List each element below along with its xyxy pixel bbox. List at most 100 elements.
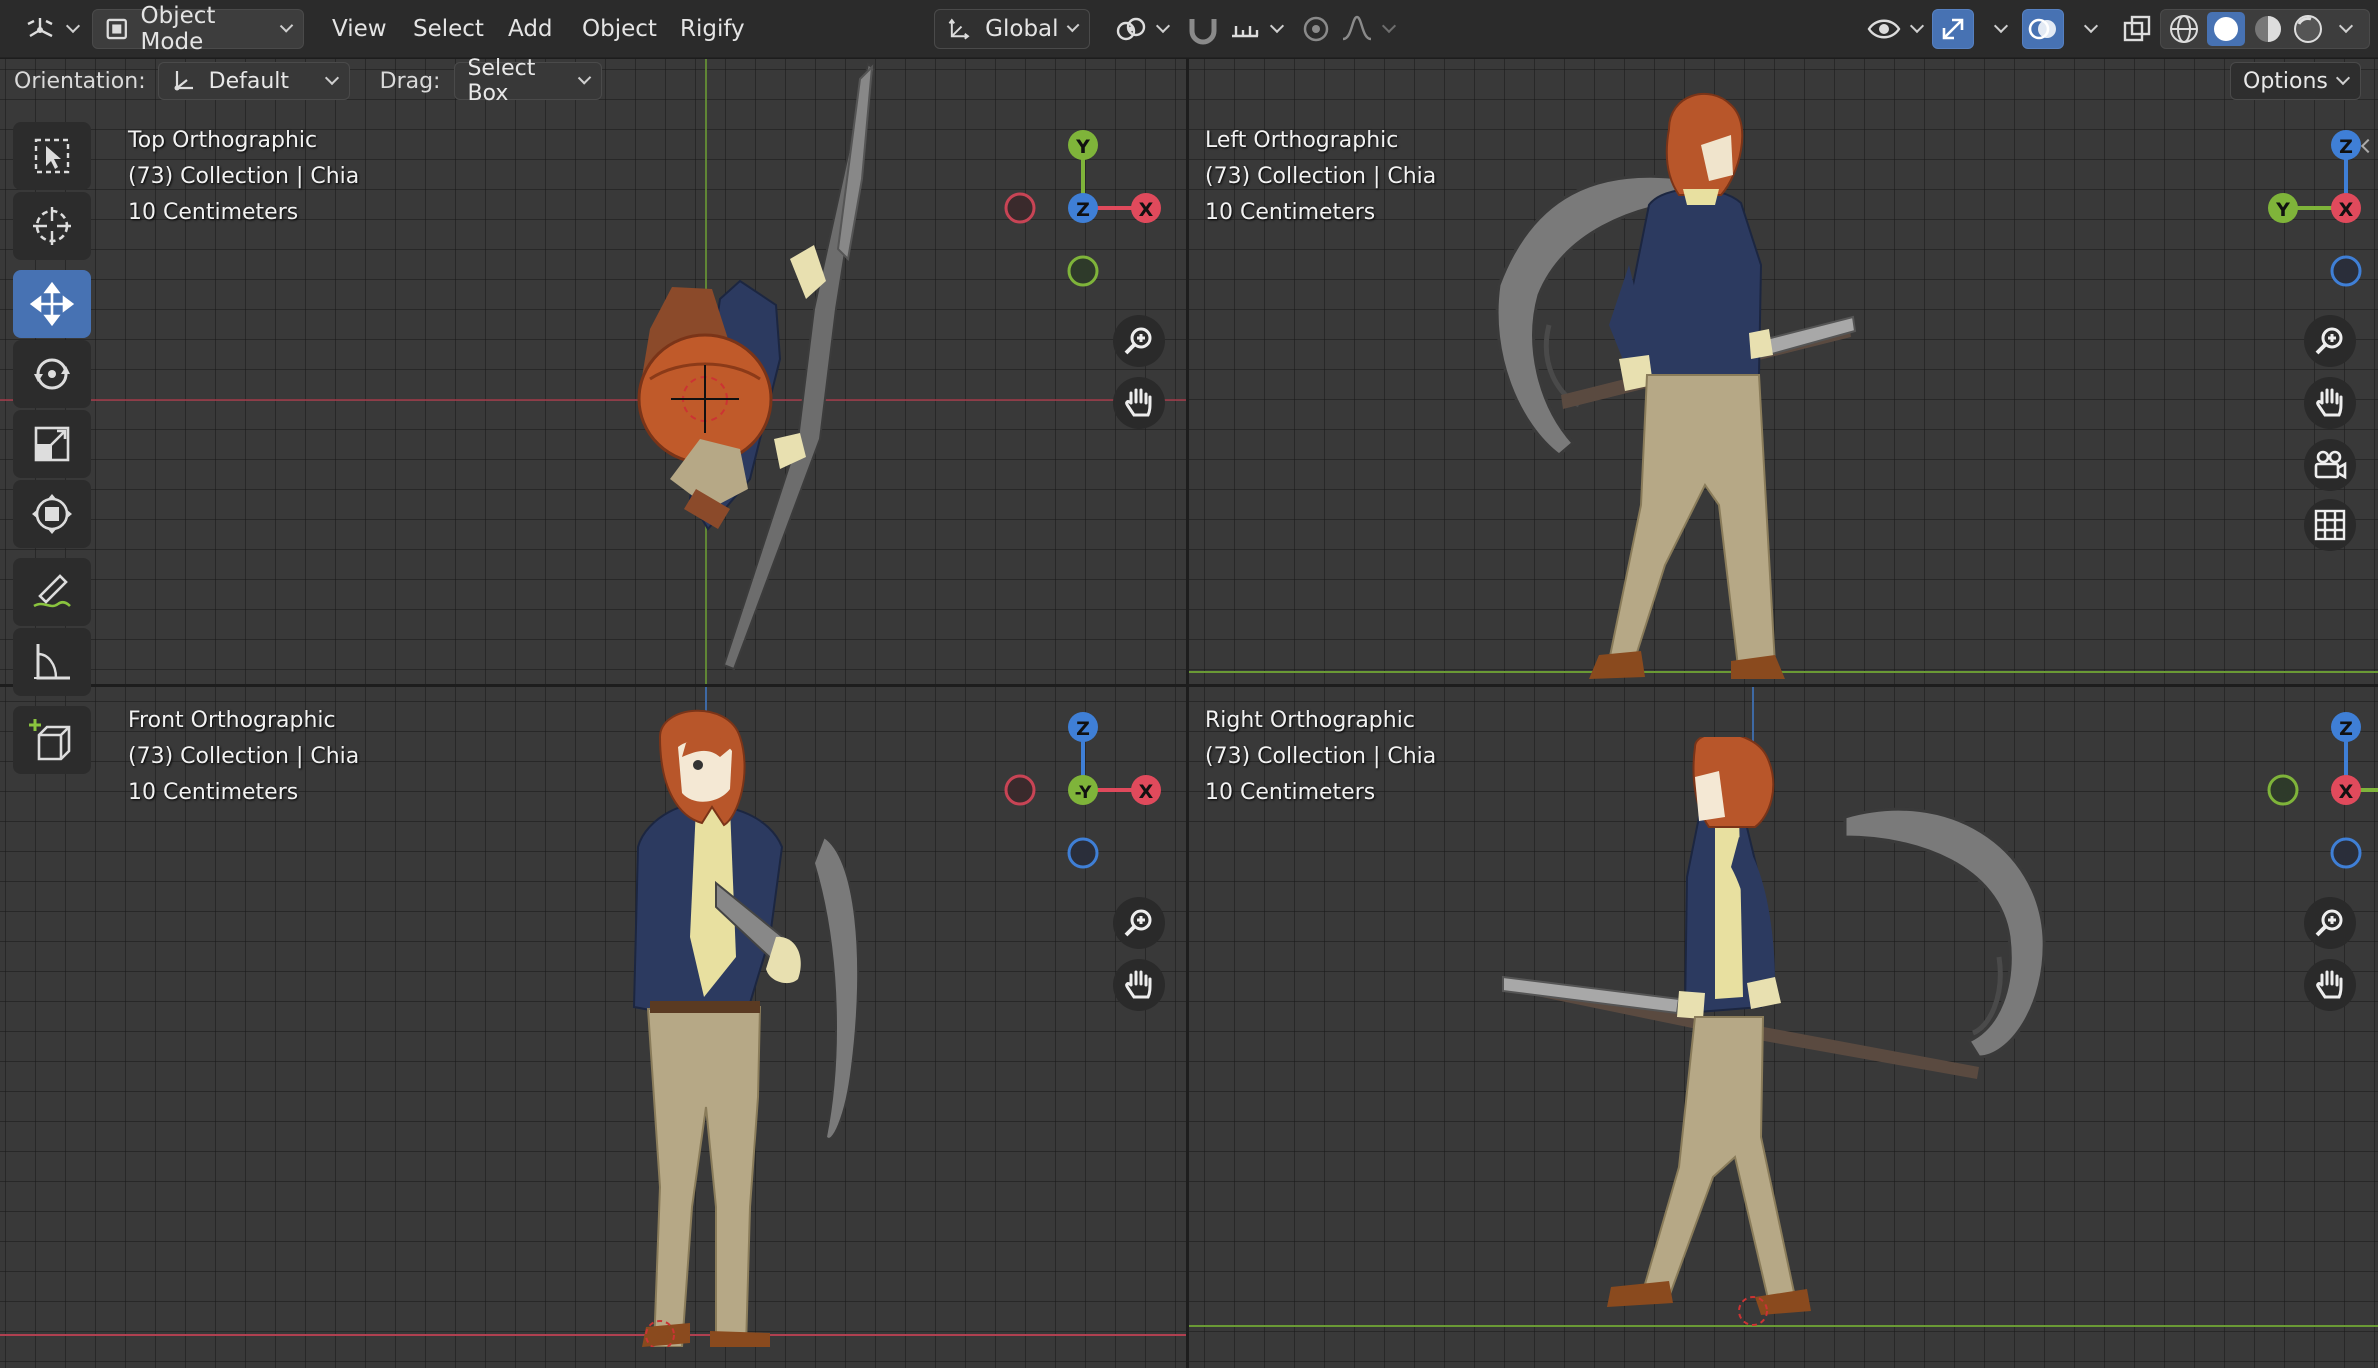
viewport-top[interactable]: Top Orthographic (73) Collection | Chia … — [0, 59, 1186, 684]
pan-button[interactable] — [2304, 377, 2356, 429]
gizmo-z-label: Z — [1076, 718, 1090, 740]
tool-annotate[interactable] — [13, 558, 91, 626]
hand-icon — [2316, 970, 2343, 999]
pan-button[interactable] — [1113, 959, 1165, 1011]
camera-view-button[interactable] — [2304, 439, 2356, 491]
snap-target-button[interactable] — [1218, 9, 1292, 49]
navigation-gizmo[interactable]: Z Y X — [2261, 705, 2378, 875]
view-title: Right Orthographic — [1205, 708, 1415, 733]
chevron-down-icon[interactable] — [2338, 18, 2354, 34]
toolbar — [13, 122, 91, 776]
gizmo-y-label: Y — [2275, 199, 2290, 221]
falloff-curve-icon — [1342, 15, 1372, 41]
zoom-button[interactable] — [2304, 315, 2356, 367]
overlays-menu[interactable] — [2066, 9, 2106, 49]
perspective-toggle-button[interactable] — [2304, 499, 2356, 551]
tool-move[interactable] — [13, 270, 91, 338]
chevron-down-icon — [577, 71, 592, 85]
pivot-point-button[interactable] — [1104, 9, 1178, 49]
object-visibility-button[interactable] — [1856, 9, 1932, 49]
zoom-button[interactable] — [2304, 897, 2356, 949]
gizmo-z-label: Z — [2339, 136, 2353, 158]
menu-rigify[interactable]: Rigify — [670, 9, 755, 49]
viewport-info: Left Orthographic (73) Collection | Chia… — [1205, 123, 1436, 231]
navigation-gizmo[interactable]: Y X Z — [998, 123, 1168, 293]
camera-icon — [2314, 450, 2347, 480]
character-chia-left-view[interactable] — [1469, 65, 1889, 684]
rotate-icon — [34, 358, 70, 390]
pan-button[interactable] — [2304, 959, 2356, 1011]
gizmo-y-label: Y — [1075, 136, 1090, 158]
options-bar: Options — [2230, 60, 2361, 102]
menu-add[interactable]: Add — [498, 9, 563, 49]
chevron-down-icon — [1909, 18, 1925, 34]
grid-scale-label: 10 Centimeters — [128, 780, 299, 805]
transform-icon — [32, 494, 72, 534]
xray-toggle[interactable] — [2112, 9, 2162, 49]
zoom-icon — [1124, 909, 1152, 937]
zoom-button[interactable] — [1113, 315, 1165, 367]
wireframe-shading-icon[interactable] — [2167, 12, 2201, 46]
options-dropdown[interactable]: Options — [2230, 62, 2361, 100]
zoom-button[interactable] — [1113, 897, 1165, 949]
mode-label: Object Mode — [140, 3, 216, 55]
viewport-info: Front Orthographic (73) Collection | Chi… — [128, 703, 359, 811]
menu-select[interactable]: Select — [403, 9, 494, 49]
editor-type-button[interactable] — [14, 9, 88, 49]
tool-select-box[interactable] — [13, 122, 91, 190]
proportional-icon — [1303, 16, 1329, 42]
viewport-front[interactable]: Front Orthographic (73) Collection | Chi… — [0, 687, 1186, 1368]
show-overlays-toggle[interactable] — [2022, 9, 2064, 49]
orientation-dropdown[interactable]: Default — [157, 62, 350, 100]
character-chia-right-view[interactable] — [1499, 737, 2059, 1347]
tool-scale[interactable] — [13, 410, 91, 478]
solid-shading-icon[interactable] — [2207, 12, 2245, 46]
hand-icon — [1125, 970, 1152, 999]
character-chia-front-view[interactable] — [620, 707, 880, 1347]
view3d-icon — [27, 18, 53, 38]
tool-cursor[interactable] — [13, 192, 91, 260]
drag-label: Drag: — [379, 68, 441, 94]
mode-select[interactable]: Object Mode — [92, 3, 304, 55]
chevron-down-icon — [1993, 18, 2009, 34]
rendered-shading-icon[interactable] — [2291, 12, 2325, 46]
drag-dropdown[interactable]: Select Box — [454, 56, 603, 106]
orientation-value: Default — [208, 68, 290, 94]
tool-measure[interactable] — [13, 628, 91, 696]
tool-rotate[interactable] — [13, 340, 91, 408]
tool-add-cube[interactable] — [13, 706, 91, 774]
proportional-falloff-button[interactable] — [1330, 9, 1404, 49]
hand-icon — [1125, 388, 1152, 417]
character-chia-top-view[interactable] — [600, 59, 900, 679]
chevron-down-icon — [2083, 18, 2099, 34]
viewport-left[interactable]: Left Orthographic (73) Collection | Chia… — [1189, 59, 2378, 684]
collection-label: (73) Collection | Chia — [1205, 744, 1437, 769]
menu-view[interactable]: View — [322, 9, 397, 49]
global-axes-icon — [948, 18, 970, 40]
material-shading-icon[interactable] — [2251, 12, 2285, 46]
grid-scale-label: 10 Centimeters — [1205, 200, 1376, 225]
navigation-gizmo[interactable]: Z X -Y — [998, 705, 1168, 875]
tool-transform[interactable] — [13, 480, 91, 548]
collection-label: (73) Collection | Chia — [128, 164, 360, 189]
transform-orientation-select[interactable]: Global — [934, 9, 1090, 49]
tool-settings-bar: Orientation: Default Drag: Select Box — [14, 56, 603, 106]
grid-icon — [2314, 509, 2346, 541]
move-icon — [29, 281, 75, 327]
x-axis-line — [0, 1334, 1186, 1336]
viewport-header: Object Mode View Select Add Object Rigif… — [0, 0, 2378, 58]
viewport-right[interactable]: Right Orthographic (73) Collection | Chi… — [1189, 687, 2378, 1368]
pan-button[interactable] — [1113, 377, 1165, 429]
chevron-down-icon — [1269, 18, 1285, 34]
chevron-down-icon — [65, 18, 81, 34]
xray-icon — [2123, 15, 2151, 42]
overlays-icon — [2028, 18, 2056, 40]
gizmo-menu[interactable] — [1976, 9, 2016, 49]
menu-object[interactable]: Object — [572, 9, 667, 49]
snap-increment-icon — [1232, 26, 1259, 38]
gizmo-icon — [1942, 18, 1964, 40]
navigation-gizmo[interactable]: Z Y X — [2261, 123, 2378, 293]
shading-mode-group — [2160, 9, 2370, 49]
orientation-label: Orientation: — [14, 68, 146, 94]
show-gizmo-toggle[interactable] — [1932, 9, 1974, 49]
